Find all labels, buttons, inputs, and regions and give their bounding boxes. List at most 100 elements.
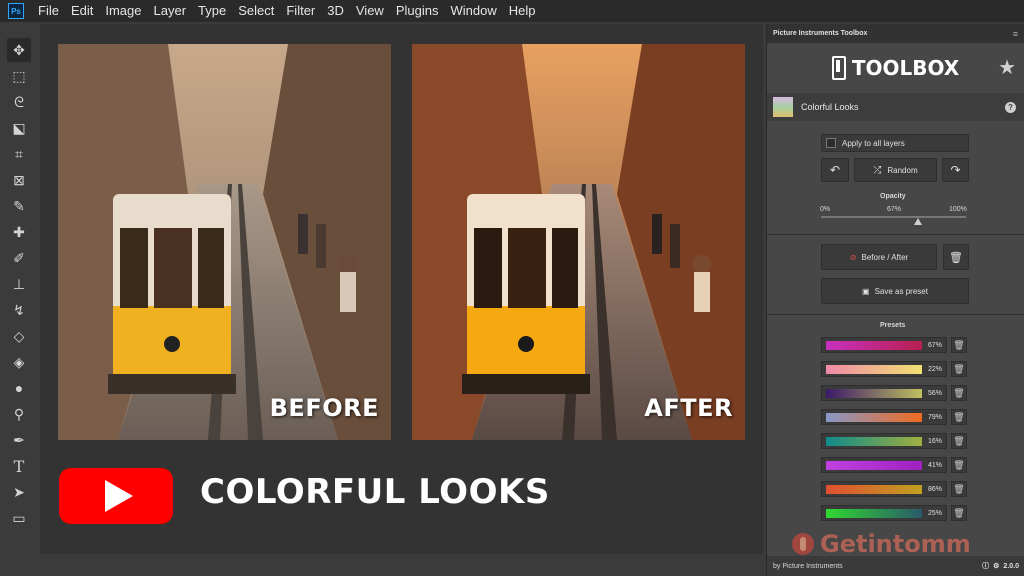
stamp-tool-icon[interactable]: ⊥ bbox=[7, 272, 31, 296]
rectangle-tool-icon[interactable]: ▭ bbox=[7, 506, 31, 530]
menu-file[interactable]: File bbox=[32, 0, 65, 22]
footer-version-group: ⓘ ⚙ 2.0.0 bbox=[982, 561, 1019, 571]
presets-label: Presets bbox=[880, 322, 906, 329]
toolbox-logo-icon bbox=[831, 56, 846, 80]
preset-delete-icon[interactable]: 🗑 bbox=[951, 385, 967, 401]
preset-delete-icon[interactable]: 🗑 bbox=[951, 337, 967, 353]
document-canvas: BEFORE AFTER COLORFUL LOOKS bbox=[40, 24, 763, 554]
menu-filter[interactable]: Filter bbox=[280, 0, 321, 22]
opacity-slider-handle[interactable] bbox=[914, 218, 923, 225]
save-preset-button[interactable]: ▣ Save as preset bbox=[821, 278, 969, 304]
watermark-logo-icon bbox=[792, 533, 814, 555]
before-after-label: Before / After bbox=[861, 252, 909, 262]
tools-panel: ✥ ⬚ ᘓ ⬕ ⌗ ⊠ ✎ ✚ ✐ ⊥ ↯ ◇ ◈ ● ⚲ ✒ T ➤ ▭ bbox=[0, 36, 38, 536]
after-photo: AFTER bbox=[412, 44, 745, 440]
toolbox-panel: Picture Instruments Toolbox ≡ TOOLBOX ★ … bbox=[766, 24, 1024, 576]
toolbox-title: TOOLBOX bbox=[851, 56, 960, 80]
preset-gradient-swatch bbox=[826, 340, 922, 350]
look-title: Colorful Looks bbox=[801, 102, 859, 112]
preset-delete-icon[interactable]: 🗑 bbox=[951, 409, 967, 425]
random-button[interactable]: ⤮ Random bbox=[854, 158, 937, 182]
panel-menu-icon[interactable]: ≡ bbox=[1013, 29, 1018, 39]
redo-button[interactable]: ↷ bbox=[942, 158, 969, 182]
redo-icon: ↷ bbox=[950, 163, 961, 177]
before-after-icon: ⊘ bbox=[849, 252, 857, 262]
preset-row[interactable]: 67% bbox=[821, 337, 947, 353]
watermark-text: Getintomm bbox=[820, 530, 971, 558]
menu-image[interactable]: Image bbox=[99, 0, 147, 22]
preset-percent: 56% bbox=[927, 389, 942, 397]
move-tool-icon[interactable]: ✥ bbox=[7, 38, 31, 62]
marquee-tool-icon[interactable]: ⬚ bbox=[7, 64, 31, 88]
preset-percent: 16% bbox=[927, 437, 942, 445]
history-brush-tool-icon[interactable]: ↯ bbox=[7, 298, 31, 322]
menu-layer[interactable]: Layer bbox=[148, 0, 193, 22]
apply-all-layers-checkbox[interactable]: Apply to all layers bbox=[821, 134, 969, 152]
eraser-tool-icon[interactable]: ◇ bbox=[7, 324, 31, 348]
frame-tool-icon[interactable]: ⊠ bbox=[7, 168, 31, 192]
before-photo: BEFORE bbox=[58, 44, 391, 440]
settings-icon[interactable]: ⚙ bbox=[993, 562, 999, 570]
blur-tool-icon[interactable]: ● bbox=[7, 376, 31, 400]
object-select-tool-icon[interactable]: ⬕ bbox=[7, 116, 31, 140]
preset-delete-icon[interactable]: 🗑 bbox=[951, 481, 967, 497]
preset-delete-icon[interactable]: 🗑 bbox=[951, 457, 967, 473]
preset-gradient-swatch bbox=[826, 412, 922, 422]
apply-all-layers-label: Apply to all layers bbox=[842, 138, 905, 148]
panel-tab-title: Picture Instruments Toolbox bbox=[773, 30, 868, 37]
menu-type[interactable]: Type bbox=[192, 0, 232, 22]
dodge-tool-icon[interactable]: ⚲ bbox=[7, 402, 31, 426]
menu-view[interactable]: View bbox=[350, 0, 390, 22]
crop-tool-icon[interactable]: ⌗ bbox=[7, 142, 31, 166]
watermark: Getintomm bbox=[792, 530, 971, 558]
menu-select[interactable]: Select bbox=[232, 0, 280, 22]
menu-3d[interactable]: 3D bbox=[321, 0, 350, 22]
brush-tool-icon[interactable]: ✐ bbox=[7, 246, 31, 270]
undo-icon: ↶ bbox=[829, 163, 841, 177]
preset-gradient-swatch bbox=[826, 388, 922, 398]
headline-title: COLORFUL LOOKS bbox=[200, 472, 550, 512]
preset-row[interactable]: 79% bbox=[821, 409, 947, 425]
preset-row[interactable]: 86% bbox=[821, 481, 947, 497]
status-strip bbox=[40, 554, 763, 576]
save-preset-label: Save as preset bbox=[874, 286, 928, 296]
paint-bucket-tool-icon[interactable]: ◈ bbox=[7, 350, 31, 374]
panel-footer: by Picture Instruments ⓘ ⚙ 2.0.0 bbox=[767, 556, 1024, 576]
eyedropper-tool-icon[interactable]: ✎ bbox=[7, 194, 31, 218]
favorite-star-icon[interactable]: ★ bbox=[998, 55, 1016, 80]
undo-button[interactable]: ↶ bbox=[821, 158, 849, 182]
trash-icon: 🗑 bbox=[949, 251, 963, 264]
preset-row[interactable]: 16% bbox=[821, 433, 947, 449]
lasso-tool-icon[interactable]: ᘓ bbox=[7, 90, 31, 114]
preset-row[interactable]: 25% bbox=[821, 505, 947, 521]
menu-edit[interactable]: Edit bbox=[65, 0, 99, 22]
checkbox-box[interactable] bbox=[826, 138, 836, 148]
preset-percent: 22% bbox=[927, 365, 942, 373]
preset-row[interactable]: 56% bbox=[821, 385, 947, 401]
panel-tab[interactable]: Picture Instruments Toolbox ≡ bbox=[767, 24, 1024, 43]
help-icon[interactable]: ? bbox=[1005, 101, 1016, 113]
preset-delete-icon[interactable]: 🗑 bbox=[951, 433, 967, 449]
preset-row[interactable]: 41% bbox=[821, 457, 947, 473]
toolbox-header: TOOLBOX ★ bbox=[767, 43, 1024, 93]
healing-tool-icon[interactable]: ✚ bbox=[7, 220, 31, 244]
before-after-button[interactable]: ⊘ Before / After bbox=[821, 244, 937, 270]
menu-plugins[interactable]: Plugins bbox=[390, 0, 445, 22]
preset-delete-icon[interactable]: 🗑 bbox=[951, 505, 967, 521]
preset-delete-icon[interactable]: 🗑 bbox=[951, 361, 967, 377]
type-tool-icon[interactable]: T bbox=[7, 454, 31, 478]
delete-button[interactable]: 🗑 bbox=[943, 244, 969, 270]
save-icon: ▣ bbox=[862, 286, 870, 296]
pen-tool-icon[interactable]: ✒ bbox=[7, 428, 31, 452]
opacity-max-label: 100% bbox=[949, 206, 967, 213]
preset-percent: 67% bbox=[927, 341, 942, 349]
preset-row[interactable]: 22% bbox=[821, 361, 947, 377]
look-header: Colorful Looks ? bbox=[767, 93, 1024, 121]
path-select-tool-icon[interactable]: ➤ bbox=[7, 480, 31, 504]
menu-help[interactable]: Help bbox=[503, 0, 542, 22]
info-icon[interactable]: ⓘ bbox=[982, 561, 989, 571]
menu-window[interactable]: Window bbox=[444, 0, 502, 22]
footer-credit: by Picture Instruments bbox=[773, 562, 843, 570]
version-label: 2.0.0 bbox=[1003, 562, 1019, 570]
opacity-slider-track[interactable] bbox=[821, 216, 966, 218]
